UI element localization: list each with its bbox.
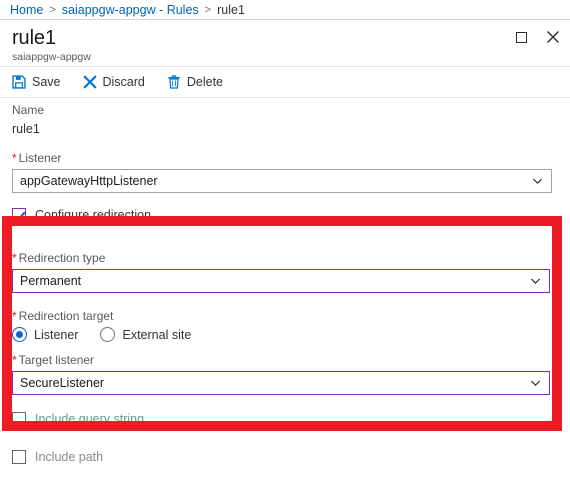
target-listener-label-text: Target listener: [18, 353, 95, 367]
window-controls: [512, 28, 562, 46]
listener-label-text: Listener: [18, 151, 62, 165]
checkbox-box-checked: [12, 208, 26, 222]
configure-redirection-checkbox[interactable]: Configure redirection: [12, 208, 151, 222]
chevron-down-icon: [532, 178, 543, 184]
rule-settings-form: Name rule1 * Listener appGatewayHttpListe…: [0, 98, 570, 464]
target-listener-dropdown[interactable]: SecureListener: [12, 371, 550, 395]
close-button[interactable]: [544, 28, 562, 46]
breadcrumb-item-rules[interactable]: saiappgw-appgw - Rules: [62, 3, 199, 17]
radio-dot-selected: [12, 327, 27, 342]
include-path-label: Include path: [35, 450, 104, 464]
breadcrumb-item-home[interactable]: Home: [10, 3, 43, 17]
radio-option-listener-label: Listener: [34, 327, 79, 342]
save-button-label: Save: [32, 75, 61, 89]
checkbox-box-unchecked: [12, 450, 26, 464]
maximize-icon: [515, 31, 527, 43]
field-configure-redirection: Configure redirection: [12, 208, 151, 222]
chevron-down-icon: [530, 380, 541, 386]
delete-button[interactable]: Delete: [167, 75, 223, 89]
trash-can-icon: [168, 75, 180, 89]
field-listener: * Listener appGatewayHttpListener: [0, 150, 570, 193]
checkbox-box-unchecked: [12, 412, 26, 426]
x-cross-icon: [83, 75, 96, 89]
radio-option-external-site[interactable]: External site: [100, 327, 191, 342]
name-label: Name: [12, 103, 45, 117]
listener-dropdown-value: appGatewayHttpListener: [20, 174, 158, 188]
configure-redirection-label: Configure redirection: [35, 208, 152, 222]
checkmark-icon: [14, 211, 26, 222]
include-query-string-checkbox[interactable]: Include query string: [12, 412, 144, 426]
field-target-listener: * Target listener SecureListener: [0, 352, 570, 395]
field-name: Name rule1: [0, 102, 570, 138]
page-title: rule1: [12, 27, 56, 49]
redirection-target-label-text: Redirection target: [18, 309, 114, 323]
required-marker: *: [12, 309, 17, 323]
command-toolbar: Save Discard Delete: [0, 67, 570, 98]
field-include-path: Include path: [12, 450, 103, 464]
redirection-type-dropdown[interactable]: Permanent: [12, 269, 550, 293]
required-marker: *: [12, 251, 17, 265]
radio-dot-unselected: [100, 327, 116, 342]
breadcrumb-item-rule1: rule1: [217, 2, 245, 17]
field-redirection-target: * Redirection target Listener External si…: [0, 308, 570, 342]
redirection-type-label-text: Redirection type: [18, 251, 106, 265]
breadcrumb: Home > saiappgw-appgw - Rules > rule1: [0, 0, 570, 20]
page-subtitle: saiappgw-appgw: [12, 51, 91, 63]
chevron-down-icon: [530, 278, 541, 284]
maximize-button[interactable]: [512, 28, 530, 46]
close-icon: [547, 31, 559, 43]
redirection-type-value: Permanent: [20, 274, 82, 288]
delete-button-label: Delete: [186, 75, 224, 89]
save-button[interactable]: Save: [12, 75, 61, 89]
include-query-string-label: Include query string: [35, 412, 145, 426]
redirection-type-label: * Redirection type: [12, 250, 552, 266]
required-marker: *: [12, 353, 17, 367]
include-path-checkbox[interactable]: Include path: [12, 450, 103, 464]
listener-label: * Listener: [12, 150, 552, 166]
target-listener-value: SecureListener: [20, 376, 105, 390]
blade-header: rule1 saiappgw-appgw: [0, 20, 570, 67]
discard-button[interactable]: Discard: [83, 75, 145, 89]
field-redirection-type: * Redirection type Permanent: [0, 250, 570, 293]
required-marker: *: [12, 151, 17, 165]
discard-button-label: Discard: [102, 75, 145, 89]
breadcrumb-separator: >: [204, 3, 212, 16]
save-disk-icon: [12, 75, 26, 89]
listener-dropdown[interactable]: appGatewayHttpListener: [12, 169, 552, 193]
field-include-query-string: Include query string: [12, 412, 144, 426]
redirection-target-radio-group: Listener External site: [12, 327, 552, 342]
radio-option-external-site-label: External site: [122, 327, 192, 342]
name-value: rule1: [12, 122, 40, 136]
target-listener-label: * Target listener: [12, 352, 552, 368]
breadcrumb-separator: >: [49, 3, 56, 16]
redirection-target-label: * Redirection target: [12, 308, 552, 324]
radio-option-listener[interactable]: Listener: [12, 327, 78, 342]
